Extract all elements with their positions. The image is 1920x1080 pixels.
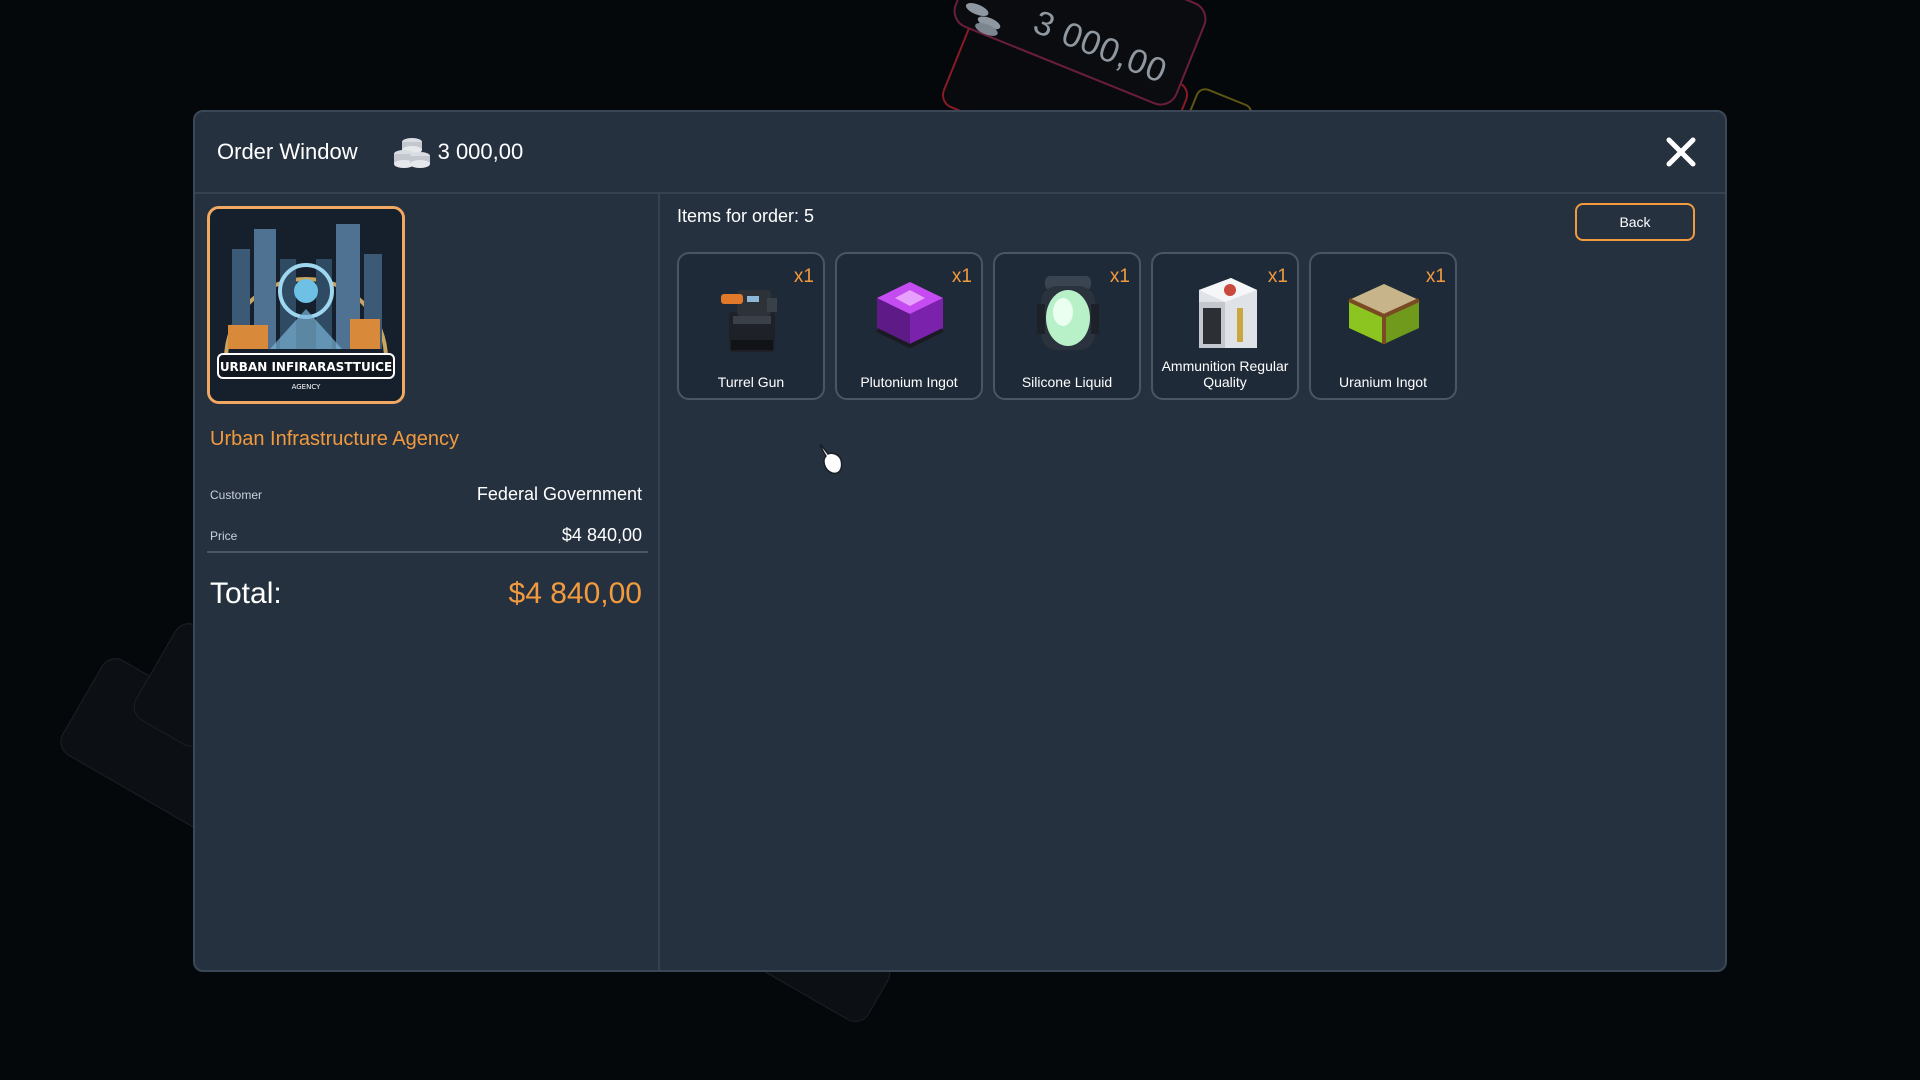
item-card-uranium-ingot[interactable]: x1 Uranium Ingot xyxy=(1309,252,1457,400)
item-card-plutonium-ingot[interactable]: x1 Plutonium Ingot xyxy=(835,252,983,400)
item-quantity: x1 xyxy=(1425,266,1446,287)
balance-display: 3 000,00 xyxy=(392,134,524,170)
item-name: Turrel Gun xyxy=(717,374,785,390)
item-name: Silicone Liquid xyxy=(1021,374,1113,390)
total-label: Total: xyxy=(210,577,282,610)
mouse-cursor-icon xyxy=(819,443,843,475)
item-quantity: x1 xyxy=(1109,266,1130,287)
ammunition-box-icon xyxy=(1199,278,1257,348)
customer-value: Federal Government xyxy=(476,484,642,504)
item-card-silicone-liquid[interactable]: x1 Silicone Liquid xyxy=(993,252,1141,400)
order-details-panel: URBAN INFIRARASTTUICE AGENCY Urban Infra… xyxy=(195,194,660,970)
order-window: Order Window 3 000,00 URBAN INFIRARASTTU… xyxy=(193,110,1727,972)
total-value: $4 840,00 xyxy=(508,577,642,610)
city-logo-icon: URBAN INFIRARASTTUICE AGENCY xyxy=(210,209,402,401)
item-quantity: x1 xyxy=(951,266,972,287)
item-quantity: x1 xyxy=(793,266,814,287)
price-value: $4 840,00 xyxy=(561,525,642,545)
customer-label: Customer xyxy=(210,487,263,502)
background-card xyxy=(948,0,1212,111)
price-row: Price $4 840,00 xyxy=(210,525,642,546)
balance-value: 3 000,00 xyxy=(437,139,524,164)
turret-gun-icon xyxy=(721,290,777,352)
item-card-turret-gun[interactable]: x1 Turrel Gun xyxy=(677,252,825,400)
items-count-label: Items for order: 5 xyxy=(677,206,815,226)
items-panel: Items for order: 5 Back x1 Turrel Gun x1… xyxy=(662,194,1725,970)
customer-row: Customer Federal Government xyxy=(210,484,642,505)
item-name: Uranium Ingot xyxy=(1339,374,1427,390)
logo-subtext: AGENCY xyxy=(292,383,322,391)
item-quantity: x1 xyxy=(1267,266,1288,287)
logo-text: URBAN INFIRARASTTUICE xyxy=(220,360,392,374)
coins-icon xyxy=(393,138,430,168)
item-name: Ammunition Regular Quality xyxy=(1161,358,1289,390)
item-card-ammunition-regular-quality[interactable]: x1 Ammunition Regular Quality xyxy=(1151,252,1299,400)
coins-icon xyxy=(965,3,1001,36)
window-title: Order Window xyxy=(217,139,358,164)
divider xyxy=(207,551,648,553)
plutonium-ingot-icon xyxy=(876,282,944,349)
company-name: Urban Infrastructure Agency xyxy=(210,428,460,450)
window-titlebar: Order Window 3 000,00 xyxy=(195,112,1725,194)
silicone-liquid-icon xyxy=(1037,276,1099,350)
close-icon[interactable] xyxy=(1663,134,1699,170)
total-row: Total: $4 840,00 xyxy=(210,577,642,611)
items-list: x1 Turrel Gun x1 Plutonium Ingot x1 Sili… xyxy=(677,252,1457,400)
background-amount: 3 000,00 xyxy=(1028,3,1173,91)
uranium-ingot-icon xyxy=(1348,284,1420,344)
price-label: Price xyxy=(210,528,238,543)
company-logo: URBAN INFIRARASTTUICE AGENCY xyxy=(207,206,405,404)
back-button[interactable]: Back xyxy=(1575,203,1695,241)
item-name: Plutonium Ingot xyxy=(860,374,958,390)
